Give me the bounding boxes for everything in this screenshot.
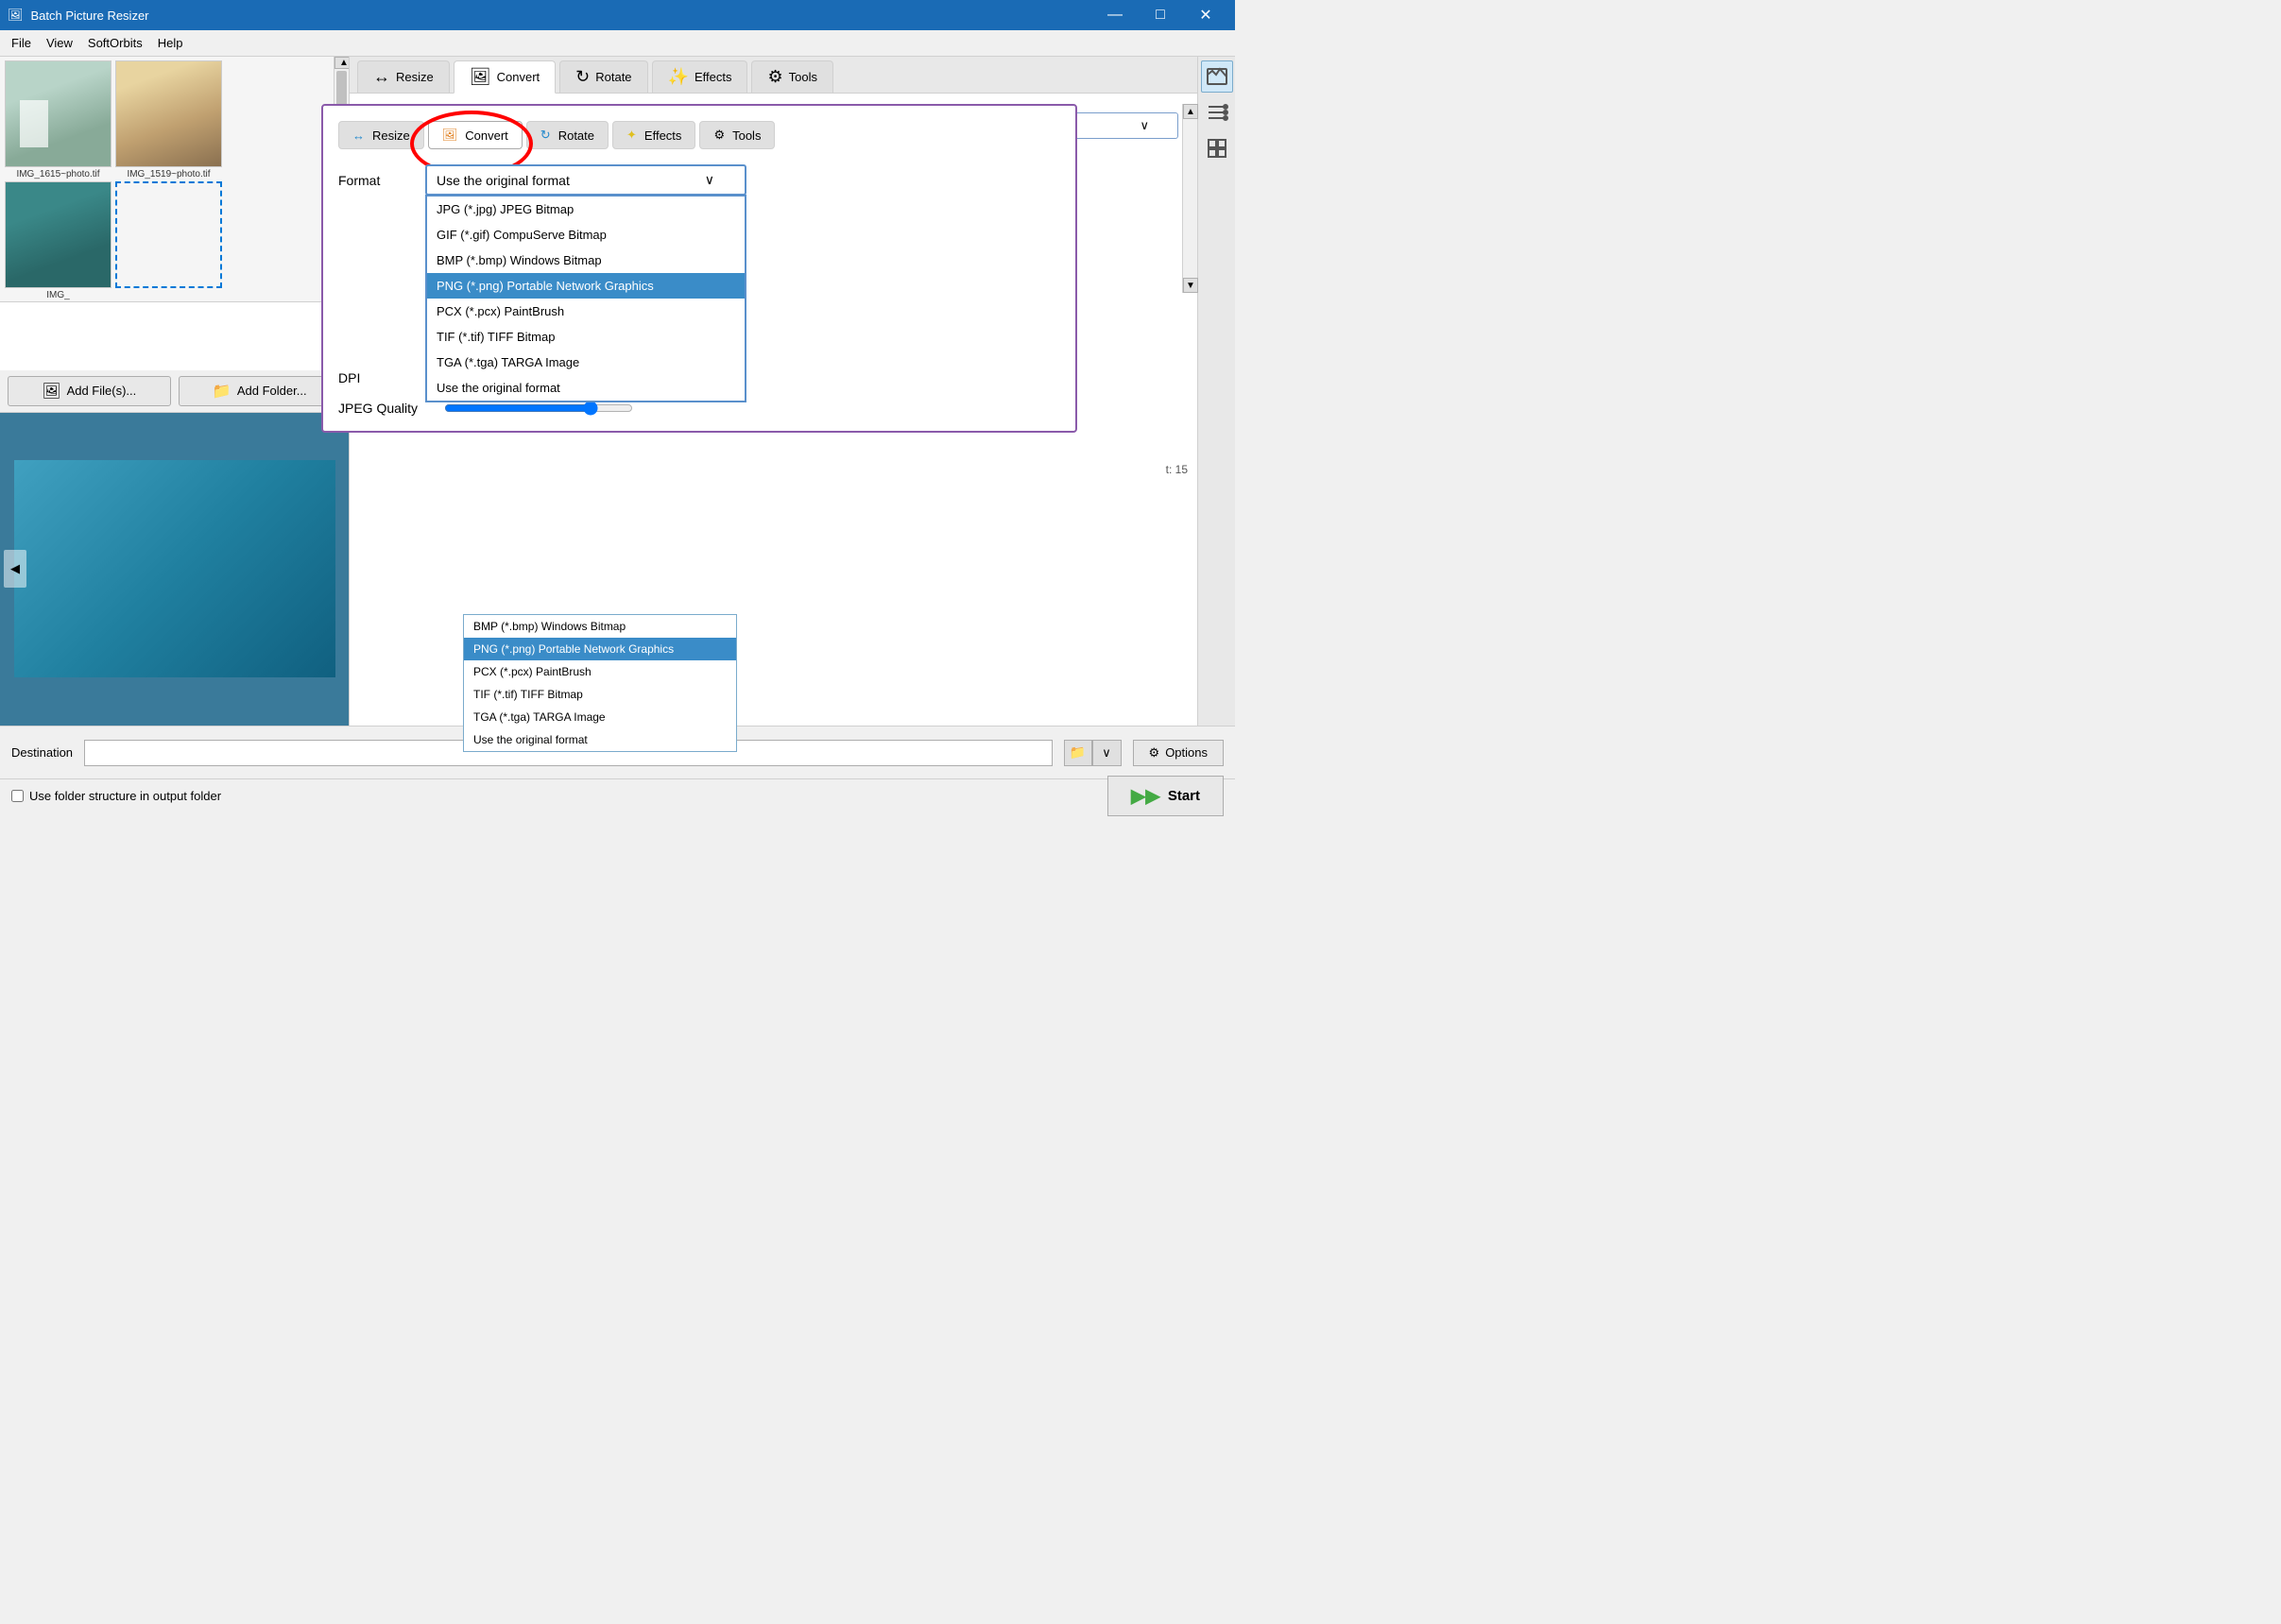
format-option-tif[interactable]: TIF (*.tif) TIFF Bitmap xyxy=(427,324,745,350)
menu-view[interactable]: View xyxy=(39,32,80,54)
thumb-label: IMG_ xyxy=(5,290,111,300)
convert-tab-icon: 🖼 xyxy=(470,67,491,87)
bg-option-bmp[interactable]: BMP (*.bmp) Windows Bitmap xyxy=(464,615,736,638)
overlay-jpeg-label: JPEG Quality xyxy=(338,401,433,416)
bg-option-tif[interactable]: TIF (*.tif) TIFF Bitmap xyxy=(464,683,736,706)
file-panel: IMG_1615~photo.tif IMG_1519~photo.tif IM… xyxy=(0,57,350,726)
bg-option-pcx[interactable]: PCX (*.pcx) PaintBrush xyxy=(464,660,736,683)
jpeg-quality-slider[interactable] xyxy=(444,401,633,416)
thumb-label: IMG_1615~photo.tif xyxy=(5,169,111,179)
menu-bar: File View SoftOrbits Help xyxy=(0,30,1235,57)
start-icon: ▶▶ xyxy=(1131,784,1160,808)
thumbnail-item[interactable]: IMG_1615~photo.tif xyxy=(4,60,112,179)
bg-option-tga[interactable]: TGA (*.tga) TARGA Image xyxy=(464,706,736,728)
format-option-gif[interactable]: GIF (*.gif) CompuServe Bitmap xyxy=(427,222,745,248)
browse-icon: 📁 xyxy=(1070,744,1086,761)
add-files-icon: 🖼 xyxy=(42,382,60,401)
add-folder-button[interactable]: 📁 Add Folder... xyxy=(179,376,342,406)
settings-scroll-down[interactable]: ▼ xyxy=(1183,278,1198,293)
overlay-rotate-icon: ↻ xyxy=(540,128,551,143)
sidebar-image-view[interactable] xyxy=(1201,60,1233,93)
format-select-container: Use the original format ∨ JPG (*.jpg) JP… xyxy=(425,164,746,196)
sidebar-list-view[interactable] xyxy=(1201,96,1233,128)
overlay-tab-resize[interactable]: ↔ Resize xyxy=(338,121,424,149)
tab-tools[interactable]: ⚙ Tools xyxy=(751,60,833,93)
use-folder-checkbox[interactable] xyxy=(11,790,24,802)
preview-image xyxy=(14,460,335,677)
overlay-resize-icon: ↔ xyxy=(352,128,365,143)
overlay-format-row: Format Use the original format ∨ JPG (*.… xyxy=(338,164,1060,196)
chevron-down-icon: ∨ xyxy=(1102,745,1111,761)
overlay-dpi-label: DPI xyxy=(338,370,414,385)
bg-format-dropdown: BMP (*.bmp) Windows Bitmap PNG (*.png) P… xyxy=(463,614,737,752)
tab-effects[interactable]: ✨ Effects xyxy=(652,60,748,93)
overlay-jpeg-row: JPEG Quality xyxy=(338,401,1060,416)
maximize-button[interactable]: □ xyxy=(1139,0,1182,30)
add-files-button[interactable]: 🖼 Add File(s)... xyxy=(8,376,171,406)
dropdown-arrow-btn[interactable]: ∨ xyxy=(1093,740,1122,766)
destination-browse-btn[interactable]: 📁 xyxy=(1064,740,1092,766)
format-option-jpg[interactable]: JPG (*.jpg) JPEG Bitmap xyxy=(427,197,745,222)
format-chevron-icon: ∨ xyxy=(705,172,714,188)
app-title: Batch Picture Resizer xyxy=(31,9,149,23)
scroll-up-btn[interactable]: ▲ xyxy=(334,57,349,69)
bg-option-original[interactable]: Use the original format xyxy=(464,728,736,751)
overlay-tabs: ↔ Resize 🖼 Convert ↻ Rotate ✦ Effects ⚙ … xyxy=(338,121,1060,149)
menu-softorbits[interactable]: SoftOrbits xyxy=(80,32,150,54)
tools-tab-icon: ⚙ xyxy=(767,67,782,87)
thumbnail-item[interactable] xyxy=(114,181,223,300)
use-folder-label: Use folder structure in output folder xyxy=(29,789,221,803)
overlay-effects-icon: ✦ xyxy=(626,128,637,143)
options-button[interactable]: ⚙ Options xyxy=(1133,740,1224,766)
overlay-tab-effects[interactable]: ✦ Effects xyxy=(612,121,695,149)
tab-convert[interactable]: 🖼 Convert xyxy=(454,60,556,94)
prev-image-button[interactable]: ◀ xyxy=(4,550,26,588)
overlay-tab-rotate[interactable]: ↻ Rotate xyxy=(526,121,609,149)
app-icon: 🖼 xyxy=(8,8,24,23)
convert-overlay: ↔ Resize 🖼 Convert ↻ Rotate ✦ Effects ⚙ … xyxy=(321,104,1077,433)
menu-help[interactable]: Help xyxy=(150,32,191,54)
add-folder-icon: 📁 xyxy=(213,382,232,401)
sidebar-grid-view[interactable] xyxy=(1201,132,1233,164)
effects-tab-icon: ✨ xyxy=(668,67,689,87)
rotate-tab-icon: ↻ xyxy=(575,67,590,87)
chevron-down-icon: ∨ xyxy=(1140,118,1149,133)
overlay-tools-icon: ⚙ xyxy=(713,128,725,143)
settings-scroll-up[interactable]: ▲ xyxy=(1183,104,1198,119)
format-option-pcx[interactable]: PCX (*.pcx) PaintBrush xyxy=(427,299,745,324)
thumb-label: IMG_1519~photo.tif xyxy=(115,169,222,179)
right-sidebar xyxy=(1197,57,1235,726)
title-bar: 🖼 Batch Picture Resizer — □ ✕ xyxy=(0,0,1235,30)
tab-rotate[interactable]: ↻ Rotate xyxy=(559,60,647,93)
menu-file[interactable]: File xyxy=(4,32,39,54)
footer-bar: Use folder structure in output folder ▶▶… xyxy=(0,778,1235,812)
overlay-convert-icon: 🖼 xyxy=(442,128,458,143)
preview-area: ◀ xyxy=(0,413,349,727)
use-folder-row: Use folder structure in output folder xyxy=(11,789,221,803)
count-badge: t: 15 xyxy=(1166,463,1188,476)
destination-label: Destination xyxy=(11,745,73,760)
format-option-tga[interactable]: TGA (*.tga) TARGA Image xyxy=(427,350,745,375)
format-option-png[interactable]: PNG (*.png) Portable Network Graphics xyxy=(427,273,745,299)
format-dropdown-list: JPG (*.jpg) JPEG Bitmap GIF (*.gif) Comp… xyxy=(425,195,746,402)
thumbnail-item[interactable]: IMG_ xyxy=(4,181,112,300)
minimize-button[interactable]: — xyxy=(1093,0,1137,30)
overlay-tab-convert[interactable]: 🖼 Convert xyxy=(428,121,523,149)
format-option-bmp[interactable]: BMP (*.bmp) Windows Bitmap xyxy=(427,248,745,273)
bg-option-png[interactable]: PNG (*.png) Portable Network Graphics xyxy=(464,638,736,660)
file-buttons-row: 🖼 Add File(s)... 📁 Add Folder... xyxy=(0,370,349,413)
close-button[interactable]: ✕ xyxy=(1184,0,1227,30)
overlay-tab-tools[interactable]: ⚙ Tools xyxy=(699,121,775,149)
gear-icon: ⚙ xyxy=(1149,745,1160,761)
tab-resize[interactable]: ↔ Resize xyxy=(357,60,450,93)
start-button[interactable]: ▶▶ Start xyxy=(1107,776,1224,816)
thumbnail-item[interactable]: IMG_1519~photo.tif xyxy=(114,60,223,179)
format-option-original[interactable]: Use the original format xyxy=(427,375,745,401)
tabs-bar: ↔ Resize 🖼 Convert ↻ Rotate ✨ Effects ⚙ … xyxy=(350,57,1197,94)
thumbnail-area[interactable]: IMG_1615~photo.tif IMG_1519~photo.tif IM… xyxy=(0,57,334,302)
overlay-format-label: Format xyxy=(338,173,414,188)
format-select-button[interactable]: Use the original format ∨ xyxy=(425,164,746,196)
resize-tab-icon: ↔ xyxy=(373,67,390,87)
